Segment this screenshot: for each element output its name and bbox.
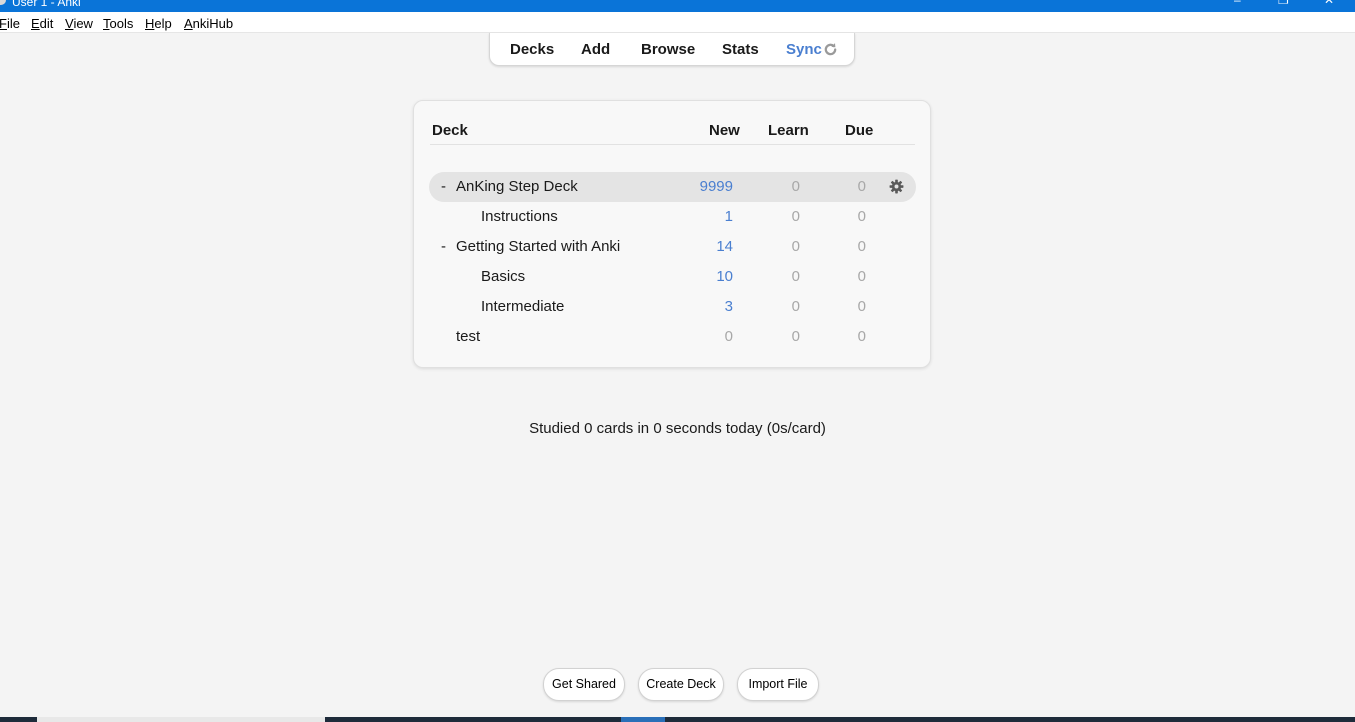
due-count: 0	[857, 268, 866, 285]
deck-row-anking-step-deck[interactable]: - AnKing Step Deck 9999 0 0	[429, 172, 916, 202]
new-count: 0	[724, 328, 733, 345]
stats-link[interactable]: Stats	[722, 41, 759, 58]
browse-link[interactable]: Browse	[641, 41, 695, 58]
import-file-button[interactable]: Import File	[737, 668, 819, 701]
learn-count: 0	[791, 208, 800, 225]
menu-tools[interactable]: Tools	[103, 16, 133, 31]
due-count: 0	[857, 238, 866, 255]
deck-list-panel: Deck New Learn Due - AnKing Step Deck 99…	[413, 100, 931, 368]
deck-row-basics[interactable]: Basics 10 0 0	[429, 262, 916, 292]
deck-row-instructions[interactable]: Instructions 1 0 0	[429, 202, 916, 232]
deck-name[interactable]: Instructions	[481, 208, 558, 225]
taskbar-active-app[interactable]	[621, 717, 665, 722]
learn-count: 0	[791, 238, 800, 255]
window-title: User 1 - Anki	[12, 0, 81, 9]
due-count: 0	[857, 178, 866, 195]
deck-row-getting-started[interactable]: - Getting Started with Anki 14 0 0	[429, 232, 916, 262]
menu-bar: File Edit View Tools Help AnkiHub	[0, 12, 1355, 33]
sync-label: Sync	[786, 41, 822, 58]
minimize-button[interactable]: –	[1234, 0, 1241, 6]
create-deck-button[interactable]: Create Deck	[638, 668, 724, 701]
header-learn: Learn	[768, 122, 809, 139]
due-count: 0	[857, 328, 866, 345]
taskbar-search-box[interactable]	[37, 717, 325, 722]
anki-app-icon	[0, 0, 6, 5]
sync-link[interactable]: Sync	[786, 41, 838, 58]
menu-ankihub-mnemonic: A	[184, 16, 193, 31]
new-count: 1	[724, 208, 733, 225]
header-deck: Deck	[432, 122, 468, 139]
menu-edit-mnemonic: E	[31, 16, 40, 31]
menu-view-rest: iew	[73, 16, 93, 31]
studied-summary: Studied 0 cards in 0 seconds today (0s/c…	[529, 420, 826, 437]
header-divider	[430, 144, 915, 145]
gear-icon[interactable]	[889, 179, 904, 194]
menu-edit[interactable]: Edit	[31, 16, 53, 31]
menu-ankihub[interactable]: AnkiHub	[184, 16, 233, 31]
top-toolbar: Decks Add Browse Stats Sync	[489, 33, 855, 66]
menu-view[interactable]: View	[65, 16, 93, 31]
menu-file-rest: ile	[6, 16, 20, 31]
collapse-toggle[interactable]: -	[441, 238, 446, 255]
close-button[interactable]: ✕	[1324, 0, 1334, 6]
deck-row-intermediate[interactable]: Intermediate 3 0 0	[429, 292, 916, 322]
due-count: 0	[857, 298, 866, 315]
learn-count: 0	[791, 298, 800, 315]
learn-count: 0	[791, 178, 800, 195]
menu-file-mnemonic: F	[0, 16, 7, 31]
deck-name[interactable]: AnKing Step Deck	[456, 178, 578, 195]
maximize-button[interactable]: ❐	[1278, 0, 1289, 6]
deck-name[interactable]: Intermediate	[481, 298, 564, 315]
deck-name[interactable]: Basics	[481, 268, 525, 285]
header-new: New	[709, 122, 740, 139]
taskbar	[0, 717, 1355, 722]
learn-count: 0	[791, 328, 800, 345]
due-count: 0	[857, 208, 866, 225]
new-count: 3	[724, 298, 733, 315]
deck-name[interactable]: test	[456, 328, 480, 345]
menu-help[interactable]: Help	[145, 16, 172, 31]
new-count: 10	[716, 268, 733, 285]
add-link[interactable]: Add	[581, 41, 610, 58]
menu-edit-rest: dit	[39, 16, 54, 31]
menu-tools-rest: ools	[109, 16, 134, 31]
menu-ankihub-rest: nkiHub	[192, 16, 234, 31]
get-shared-button[interactable]: Get Shared	[543, 668, 625, 701]
collapse-toggle[interactable]: -	[441, 178, 446, 195]
menu-help-mnemonic: H	[145, 16, 155, 31]
header-due: Due	[845, 122, 874, 139]
menu-file[interactable]: File	[0, 16, 20, 31]
menu-help-rest: elp	[154, 16, 172, 31]
title-bar: User 1 - Anki – ❐ ✕	[0, 0, 1355, 12]
new-count: 9999	[699, 178, 733, 195]
new-count: 14	[716, 238, 733, 255]
deck-row-test[interactable]: test 0 0 0	[429, 322, 916, 352]
decks-link[interactable]: Decks	[510, 41, 554, 58]
learn-count: 0	[791, 268, 800, 285]
deck-name[interactable]: Getting Started with Anki	[456, 238, 620, 255]
sync-icon	[824, 43, 837, 56]
